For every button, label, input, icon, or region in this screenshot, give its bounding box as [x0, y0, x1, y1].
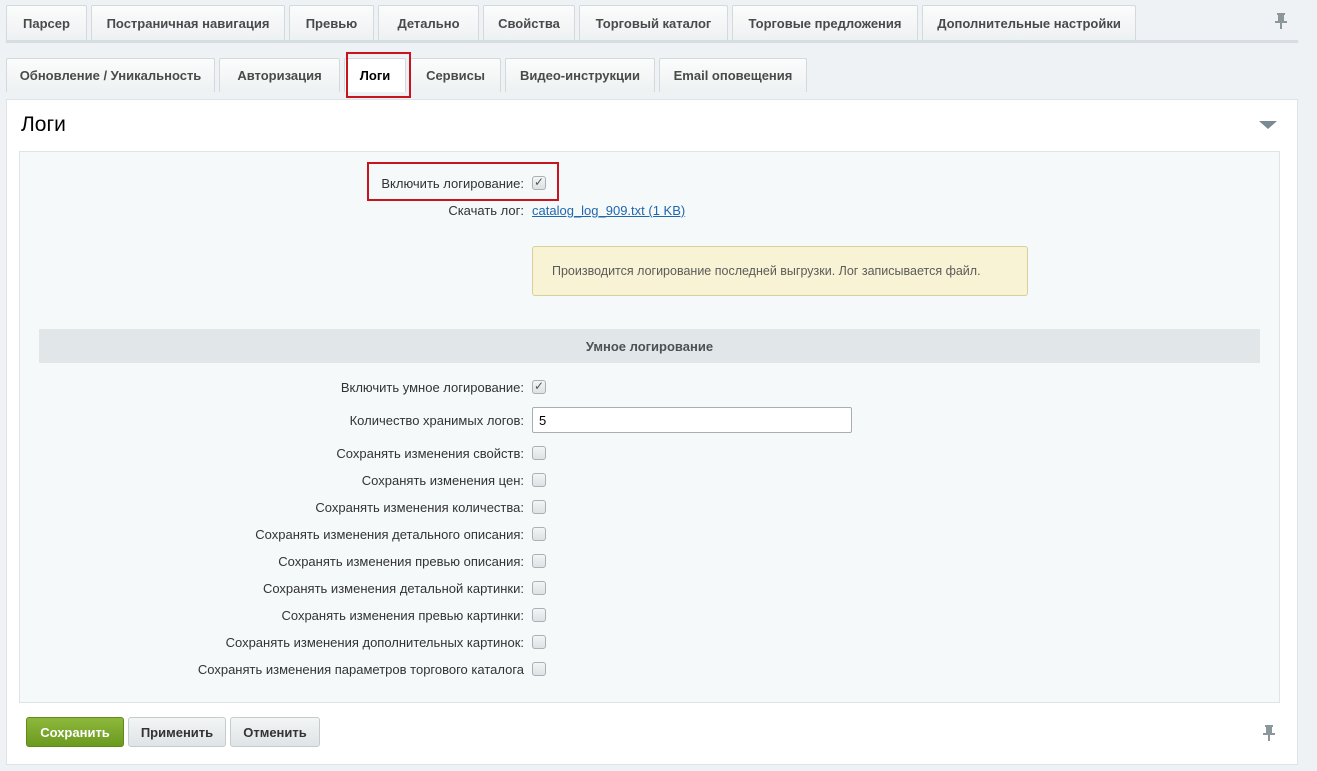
tab-trade-catalog[interactable]: Торговый каталог: [579, 5, 728, 40]
tab-authorization[interactable]: Авторизация: [219, 58, 340, 92]
enable-logging-label: Включить логирование:: [381, 176, 524, 191]
save-additional-pictures-checkbox[interactable]: [532, 635, 546, 649]
option-label: Сохранять изменения дополнительных карти…: [225, 635, 524, 650]
log-count-label: Количество хранимых логов:: [349, 413, 524, 428]
smart-logging-heading: Умное логирование: [39, 329, 1260, 363]
enable-smart-logging-label: Включить умное логирование:: [340, 380, 524, 395]
download-log-label: Скачать лог:: [448, 203, 524, 218]
tab-update-uniqueness[interactable]: Обновление / Уникальность: [6, 58, 215, 92]
save-quantity-checkbox[interactable]: [532, 500, 546, 514]
save-button[interactable]: Сохранить: [26, 717, 124, 747]
save-prices-checkbox[interactable]: [532, 473, 546, 487]
panel-title: Логи: [21, 113, 66, 136]
logs-panel: Логи Включить логирование: ✓ Скачать лог…: [6, 99, 1298, 765]
settings-area: Включить логирование: ✓ Скачать лог: cat…: [19, 151, 1280, 703]
pin-icon[interactable]: [1273, 12, 1289, 30]
enable-logging-checkbox[interactable]: ✓: [532, 175, 546, 190]
save-preview-picture-checkbox[interactable]: [532, 608, 546, 622]
tab-pagination[interactable]: Постраничная навигация: [91, 5, 285, 40]
cancel-button[interactable]: Отменить: [230, 717, 320, 747]
tab-logs[interactable]: Логи: [344, 58, 406, 92]
save-properties-checkbox[interactable]: [532, 446, 546, 460]
save-detail-description-checkbox[interactable]: [532, 527, 546, 541]
tabs-separator: [6, 40, 1298, 43]
option-label: Сохранять изменения детального описания:: [255, 527, 524, 542]
top-tabs: Парсер Постраничная навигация Превью Дет…: [6, 5, 1140, 40]
tab-parser[interactable]: Парсер: [6, 5, 87, 40]
second-tabs: Обновление / Уникальность Авторизация Ло…: [6, 58, 811, 92]
option-label: Сохранять изменения свойств:: [336, 446, 524, 461]
tab-detail[interactable]: Детально: [378, 5, 479, 40]
tab-additional-settings[interactable]: Дополнительные настройки: [922, 5, 1136, 40]
check-icon: ✓: [534, 175, 545, 189]
pin-icon[interactable]: [1261, 724, 1277, 742]
option-label: Сохранять изменения превью картинки:: [281, 608, 524, 623]
apply-button[interactable]: Применить: [128, 717, 226, 747]
tab-services[interactable]: Сервисы: [410, 58, 501, 92]
log-count-input[interactable]: [532, 407, 852, 433]
save-detail-picture-checkbox[interactable]: [532, 581, 546, 595]
tab-properties[interactable]: Свойства: [483, 5, 575, 40]
option-label: Сохранять изменения количества:: [315, 500, 524, 515]
tab-trade-offers[interactable]: Торговые предложения: [732, 5, 918, 40]
triangle-down-icon[interactable]: [1259, 121, 1277, 129]
option-label: Сохранять изменения детальной картинки:: [262, 581, 524, 596]
option-label: Сохранять изменения цен:: [361, 473, 524, 488]
tab-email-notifications[interactable]: Email оповещения: [659, 58, 807, 92]
save-preview-description-checkbox[interactable]: [532, 554, 546, 568]
tab-preview[interactable]: Превью: [289, 5, 374, 40]
option-label: Сохранять изменения параметров торгового…: [197, 662, 524, 677]
download-log-link[interactable]: catalog_log_909.txt (1 KB): [532, 203, 685, 218]
option-label: Сохранять изменения превью описания:: [278, 554, 524, 569]
logging-notice: Производится логирование последней выгру…: [532, 246, 1028, 296]
enable-smart-logging-checkbox[interactable]: ✓: [532, 379, 546, 394]
check-icon: ✓: [534, 379, 545, 393]
save-catalog-params-checkbox[interactable]: [532, 662, 546, 676]
tab-video-instructions[interactable]: Видео-инструкции: [505, 58, 655, 92]
